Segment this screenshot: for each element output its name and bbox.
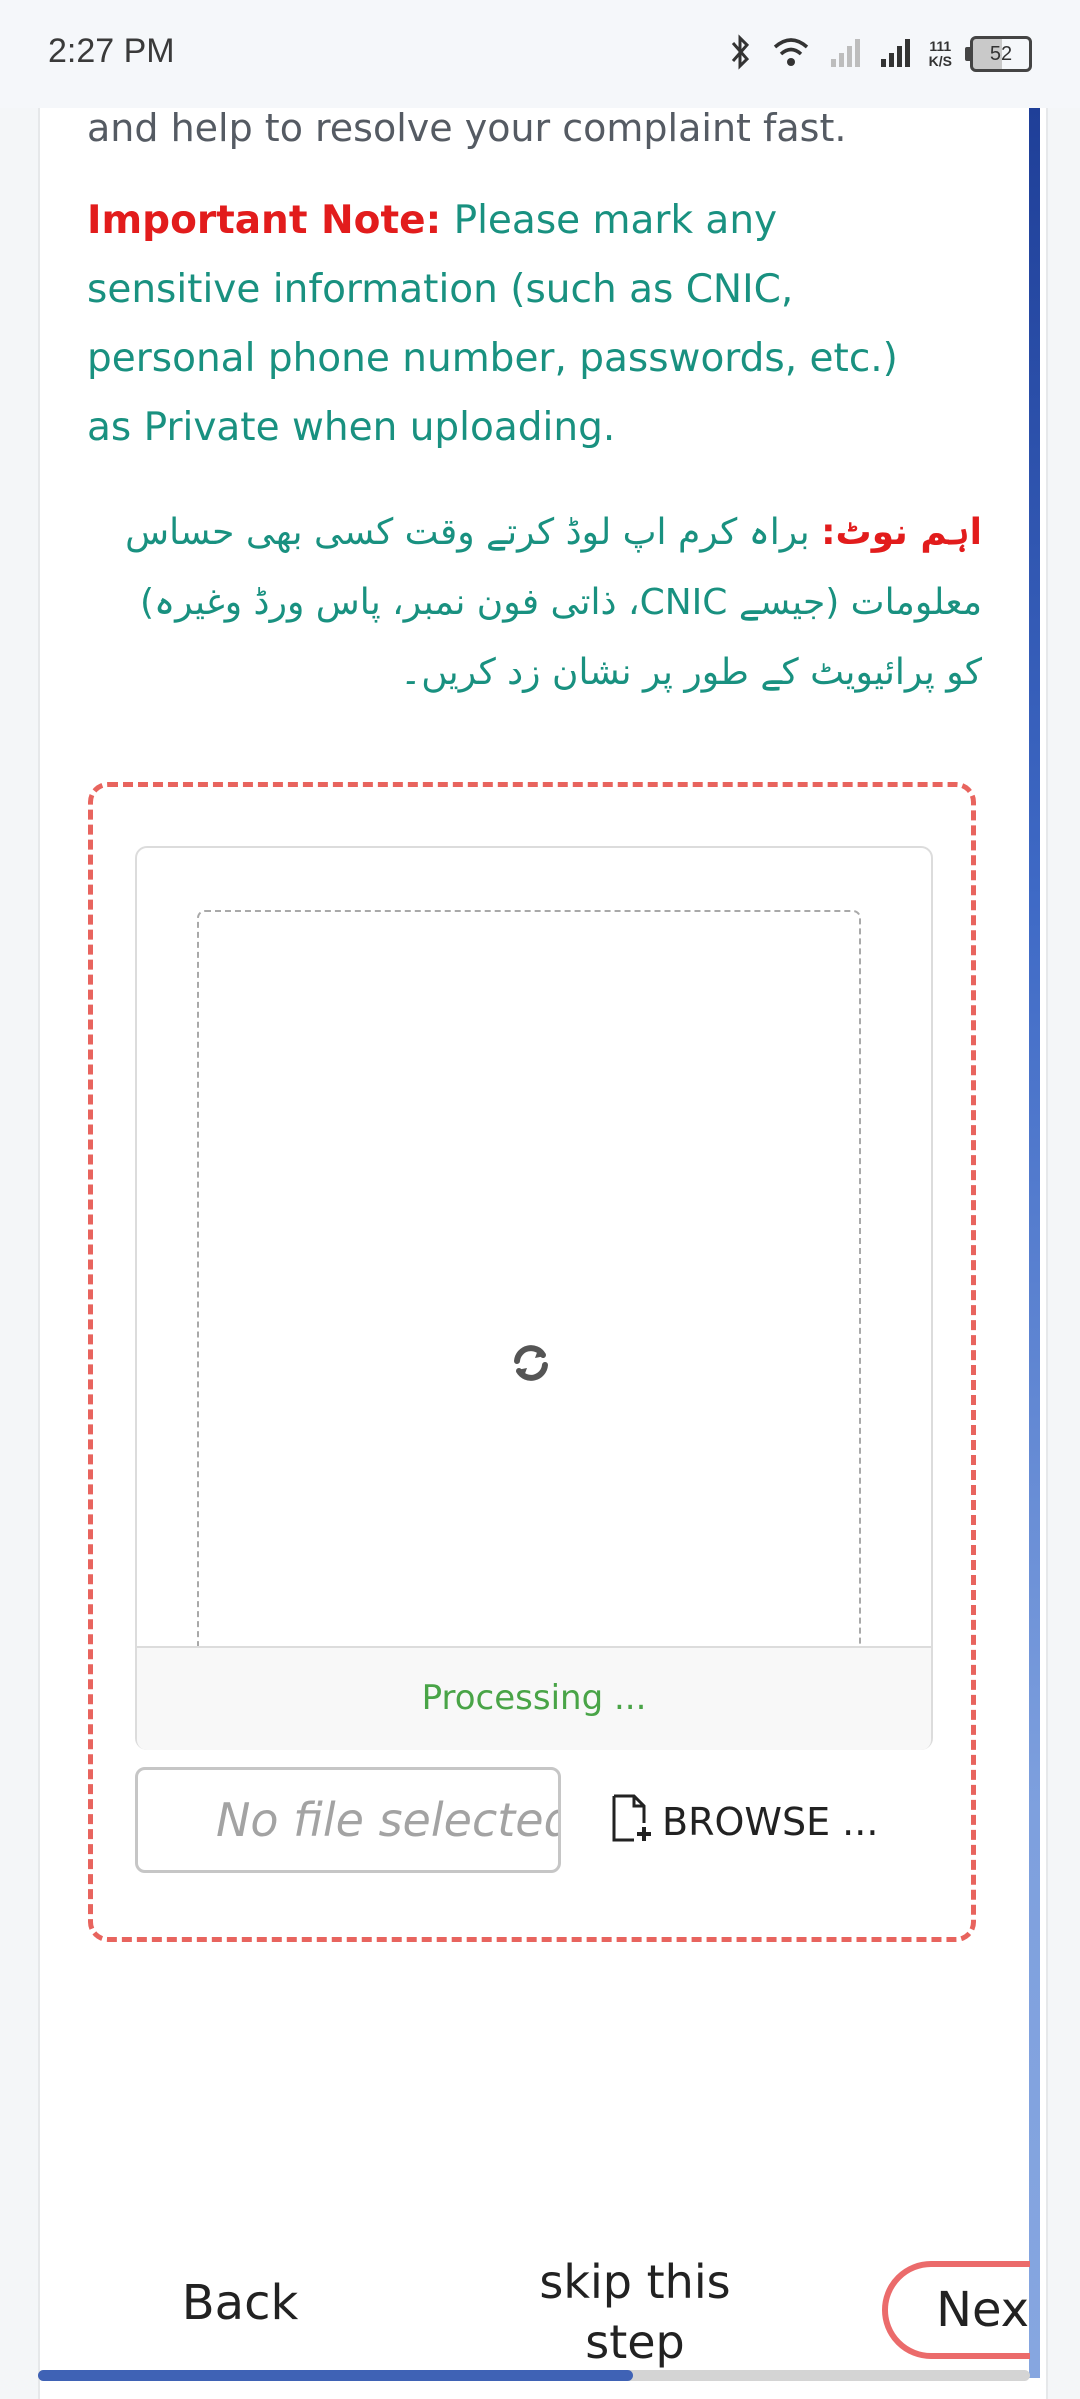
step-progress-bar [38,2370,1030,2381]
bluetooth-icon [729,34,753,74]
battery-indicator: 52 [965,36,1032,72]
status-icons: 111 K/S 52 [729,34,1032,74]
browse-button[interactable]: BROWSE ... [608,1790,878,1854]
network-speed-value: 111 [929,38,952,54]
upload-status-area: Processing ... [137,1646,931,1750]
status-time: 2:27 PM [48,32,175,70]
important-note-label: Important Note: [87,198,442,243]
file-thumbnail [197,910,861,1646]
signal-icon-1 [829,35,861,73]
important-note-en: Important Note: Please mark any sensitiv… [87,186,947,462]
network-speed: 111 K/S [929,39,952,69]
next-button[interactable]: Next [882,2261,1030,2359]
browse-label: BROWSE ... [662,1800,879,1844]
status-bar: 2:27 PM 111 K/S 52 [0,0,1080,108]
file-name-field[interactable]: No file selected [135,1767,561,1873]
network-speed-unit: K/S [928,53,952,69]
scrollbar[interactable] [1029,108,1040,2378]
intro-text: and help to resolve your complaint fast. [87,106,847,150]
refresh-icon [505,1337,557,1389]
signal-icon-2 [879,35,911,73]
wifi-icon [771,35,811,73]
important-note-label-ur: اہم نوٹ: [821,512,982,553]
processing-status: Processing ... [421,1678,647,1718]
important-note-ur: اہم نوٹ: براہ کرم اپ لوڈ کرتے وقت کسی بھ… [120,498,982,708]
file-add-icon [608,1793,654,1852]
step-progress-fill [38,2370,634,2381]
